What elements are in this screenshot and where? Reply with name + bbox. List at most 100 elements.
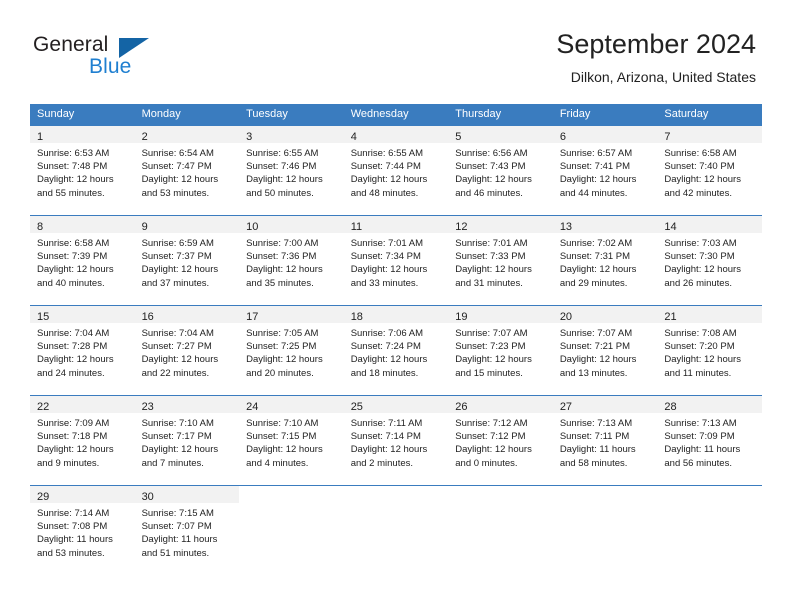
sunrise-text: Sunrise: 6:58 AM [37,238,110,249]
calendar-day[interactable]: 8 Sunrise: 6:58 AM Sunset: 7:39 PM Daylight… [30,216,135,305]
calendar-day[interactable]: 7 Sunrise: 6:58 AM Sunset: 7:40 PM Daylight… [657,126,762,215]
daylight-text-line2: and 35 minutes. [246,277,314,289]
sunrise-text: Sunrise: 6:54 AM [141,148,214,159]
calendar-cell: 4 Sunrise: 6:55 AM Sunset: 7:44 PM Daylight… [343,125,449,216]
daylight-text-line1: Daylight: 11 hours [664,444,741,456]
calendar-week-row: 1 Sunrise: 6:53 AM Sunset: 7:48 PM Daylight… [30,125,762,216]
daylight-text-line2: and 46 minutes. [455,187,523,199]
sunset-text: Sunset: 7:39 PM [37,251,108,263]
calendar-day[interactable]: 1 Sunrise: 6:53 AM Sunset: 7:48 PM Daylight… [30,126,135,215]
daylight-text-line2: and 58 minutes. [559,457,628,469]
calendar-day[interactable]: 25 Sunrise: 7:11 AM Sunset: 7:14 PM Dayligh… [343,396,449,485]
sunrise-text: Sunrise: 7:07 AM [455,328,528,339]
day-number: 15 [37,311,50,323]
sunrise-text: Sunrise: 7:13 AM [559,418,633,429]
day-number: 6 [559,131,566,143]
day-number: 1 [37,131,44,143]
day-number-band: 20 [552,306,658,323]
day-number-band: 16 [134,306,240,323]
calendar-week-row: 8 Sunrise: 6:58 AM Sunset: 7:39 PM Daylight… [30,215,762,306]
calendar-cell: 3 Sunrise: 6:55 AM Sunset: 7:46 PM Daylight… [239,125,344,216]
calendar-cell: 8 Sunrise: 6:58 AM Sunset: 7:39 PM Daylight… [30,215,135,306]
calendar-day[interactable]: 28 Sunrise: 7:13 AM Sunset: 7:09 PM Dayligh… [657,396,762,485]
calendar-cell [657,485,762,575]
day-details: Sunrise: 6:54 AM Sunset: 7:47 PM Daylight:… [135,143,240,200]
day-number: 2 [141,131,148,143]
daylight-text-line2: and 48 minutes. [350,187,419,199]
calendar-day[interactable]: 15 Sunrise: 7:04 AM Sunset: 7:28 PM Dayligh… [30,306,135,395]
daylight-text-line1: Daylight: 12 hours [455,444,532,456]
daylight-text-line1: Daylight: 11 hours [559,444,636,456]
sunrise-text: Sunrise: 7:05 AM [246,328,319,339]
daylight-text-line2: and 55 minutes. [37,187,105,199]
calendar-day[interactable]: 23 Sunrise: 7:10 AM Sunset: 7:17 PM Dayligh… [134,396,240,485]
day-number-band: 13 [552,216,658,233]
day-number-band [657,486,762,503]
day-number: 3 [246,131,253,143]
calendar-day[interactable]: 5 Sunrise: 6:56 AM Sunset: 7:43 PM Daylight… [448,126,553,215]
day-number: 4 [350,131,357,143]
sunset-text: Sunset: 7:21 PM [559,341,631,353]
day-number: 30 [141,491,154,503]
calendar-day[interactable]: 22 Sunrise: 7:09 AM Sunset: 7:18 PM Dayligh… [30,396,135,485]
daylight-text-line1: Daylight: 12 hours [37,354,114,366]
daylight-text-line2: and 40 minutes. [37,277,105,289]
calendar-cell: 7 Sunrise: 6:58 AM Sunset: 7:40 PM Daylight… [657,125,762,216]
calendar-day-empty [553,486,658,575]
daylight-text-line1: Daylight: 12 hours [559,174,637,186]
calendar-day[interactable]: 26 Sunrise: 7:12 AM Sunset: 7:12 PM Dayligh… [448,396,553,485]
sunset-text: Sunset: 7:27 PM [141,341,212,353]
sunset-text: Sunset: 7:15 PM [246,431,317,443]
sunset-text: Sunset: 7:48 PM [37,161,108,173]
calendar-day[interactable]: 6 Sunrise: 6:57 AM Sunset: 7:41 PM Daylight… [552,126,658,215]
day-details: Sunrise: 7:03 AM Sunset: 7:30 PM Daylight:… [657,233,762,290]
day-number-band: 28 [657,396,762,413]
day-number: 19 [455,311,468,323]
calendar-week-row: 22 Sunrise: 7:09 AM Sunset: 7:18 PM Dayligh… [30,395,762,486]
calendar-day[interactable]: 13 Sunrise: 7:02 AM Sunset: 7:31 PM Dayligh… [552,216,658,305]
day-number-band: 8 [30,216,135,233]
daylight-text-line1: Daylight: 11 hours [37,534,113,546]
calendar-day[interactable]: 27 Sunrise: 7:13 AM Sunset: 7:11 PM Dayligh… [552,396,658,485]
day-number-band: 14 [657,216,762,233]
daylight-text-line2: and 0 minutes. [455,457,518,469]
calendar-cell: 13 Sunrise: 7:02 AM Sunset: 7:31 PM Dayligh… [552,215,658,306]
calendar-day[interactable]: 14 Sunrise: 7:03 AM Sunset: 7:30 PM Dayligh… [657,216,762,305]
sunset-text: Sunset: 7:44 PM [350,161,421,173]
calendar-day[interactable]: 29 Sunrise: 7:14 AM Sunset: 7:08 PM Dayligh… [30,486,135,575]
weekday-header-wednesday: Wednesday [343,104,449,126]
day-number-band: 18 [343,306,449,323]
day-details: Sunrise: 7:10 AM Sunset: 7:15 PM Daylight:… [239,413,344,470]
calendar-day[interactable]: 10 Sunrise: 7:00 AM Sunset: 7:36 PM Dayligh… [239,216,344,305]
sunset-text: Sunset: 7:24 PM [350,341,421,353]
calendar-day[interactable]: 9 Sunrise: 6:59 AM Sunset: 7:37 PM Daylight… [134,216,240,305]
calendar-day[interactable]: 11 Sunrise: 7:01 AM Sunset: 7:34 PM Dayligh… [343,216,449,305]
sunrise-text: Sunrise: 6:58 AM [664,148,737,159]
day-number-band: 21 [657,306,762,323]
daylight-text-line1: Daylight: 12 hours [455,264,532,276]
calendar-day[interactable]: 20 Sunrise: 7:07 AM Sunset: 7:21 PM Dayligh… [552,306,658,395]
day-number-band [344,486,449,503]
calendar-day[interactable]: 24 Sunrise: 7:10 AM Sunset: 7:15 PM Dayligh… [239,396,344,485]
day-number: 16 [141,311,154,323]
calendar-day[interactable]: 16 Sunrise: 7:04 AM Sunset: 7:27 PM Dayligh… [134,306,240,395]
calendar-week-row: 29 Sunrise: 7:14 AM Sunset: 7:08 PM Dayligh… [30,485,762,575]
day-details: Sunrise: 7:04 AM Sunset: 7:28 PM Daylight:… [30,323,135,380]
calendar-day[interactable]: 3 Sunrise: 6:55 AM Sunset: 7:46 PM Daylight… [239,126,344,215]
sunset-text: Sunset: 7:34 PM [350,251,421,263]
calendar-day[interactable]: 4 Sunrise: 6:55 AM Sunset: 7:44 PM Daylight… [343,126,449,215]
daylight-text-line1: Daylight: 12 hours [246,264,323,276]
calendar-day[interactable]: 17 Sunrise: 7:05 AM Sunset: 7:25 PM Dayligh… [239,306,344,395]
calendar-day[interactable]: 2 Sunrise: 6:54 AM Sunset: 7:47 PM Daylight… [134,126,240,215]
day-details: Sunrise: 7:01 AM Sunset: 7:33 PM Daylight:… [448,233,553,290]
day-number: 24 [246,401,259,413]
general-blue-logo: General Blue [33,33,203,85]
calendar-day[interactable]: 30 Sunrise: 7:15 AM Sunset: 7:07 PM Dayligh… [134,486,240,575]
calendar-day[interactable]: 21 Sunrise: 7:08 AM Sunset: 7:20 PM Dayligh… [657,306,762,395]
daylight-text-line2: and 44 minutes. [559,187,628,199]
day-number: 14 [664,221,677,233]
calendar-day[interactable]: 19 Sunrise: 7:07 AM Sunset: 7:23 PM Dayligh… [448,306,553,395]
calendar-day[interactable]: 12 Sunrise: 7:01 AM Sunset: 7:33 PM Dayligh… [448,216,553,305]
calendar-day[interactable]: 18 Sunrise: 7:06 AM Sunset: 7:24 PM Dayligh… [343,306,449,395]
day-details: Sunrise: 7:06 AM Sunset: 7:24 PM Daylight:… [344,323,449,380]
